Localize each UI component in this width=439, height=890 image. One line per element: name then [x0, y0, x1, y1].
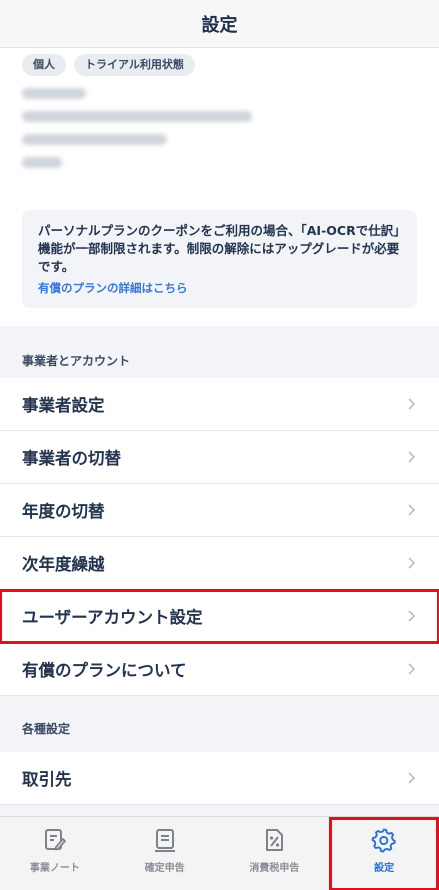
business-type-badge: 個人	[22, 54, 66, 76]
plan-details-link[interactable]: 有償のプランの詳細はこちら	[38, 280, 403, 296]
menu-item-label: 取引先	[22, 770, 72, 789]
plan-notice-text: パーソナルプランのクーポンをご利用の場合、「AI-OCRで仕訳」機能が一部制限さ…	[38, 223, 400, 274]
tab-settings[interactable]: 設定	[329, 817, 439, 890]
section-header-settings: 各種設定	[0, 696, 439, 752]
menu-item-switch-business[interactable]: 事業者の切替	[0, 431, 439, 484]
tab-label: 消費税申告	[249, 863, 300, 874]
tab-label: 設定	[374, 863, 395, 874]
menu-item-paid-plans[interactable]: 有償のプランについて	[0, 643, 439, 696]
tab-tax-return[interactable]: 確定申告	[110, 817, 220, 890]
menu-item-user-account-settings[interactable]: ユーザーアカウント設定	[0, 589, 439, 644]
menu-item-partners[interactable]: 取引先	[0, 752, 439, 805]
chevron-right-icon	[408, 772, 416, 784]
status-chips: 個人 トライアル利用状態	[22, 54, 417, 78]
tab-label: 事業ノート	[29, 863, 80, 874]
bottom-tab-bar: 事業ノート 確定申告 消費税申告 設定	[0, 816, 439, 890]
menu-item-label: 次年度繰越	[22, 555, 105, 574]
document-icon	[154, 829, 175, 852]
menu-item-business-settings[interactable]: 事業者設定	[0, 378, 439, 431]
chevron-right-icon	[408, 610, 416, 622]
settings-scroll[interactable]: 個人 トライアル利用状態 パーソナルプランのクーポンをご利用の場合、「AI-OC…	[0, 48, 439, 816]
chevron-right-icon	[408, 504, 416, 516]
chevron-right-icon	[408, 663, 416, 675]
menu-item-switch-year[interactable]: 年度の切替	[0, 484, 439, 537]
menu-item-label: ユーザーアカウント設定	[22, 608, 203, 627]
header-bar: 設定	[0, 0, 439, 48]
page-title: 設定	[201, 14, 238, 36]
menu-item-label: 事業者の切替	[22, 449, 121, 468]
chevron-right-icon	[408, 451, 416, 463]
tab-business-note[interactable]: 事業ノート	[0, 817, 110, 890]
tax-percent-icon	[266, 829, 284, 851]
tab-consumption-tax[interactable]: 消費税申告	[220, 817, 330, 890]
menu-item-label: 事業者設定	[22, 396, 105, 415]
tab-label: 確定申告	[144, 863, 185, 874]
account-info-card: 個人 トライアル利用状態 パーソナルプランのクーポンをご利用の場合、「AI-OC…	[0, 48, 439, 326]
chevron-right-icon	[408, 557, 416, 569]
menu-item-carry-forward[interactable]: 次年度繰越	[0, 537, 439, 590]
menu-item-label: 年度の切替	[22, 502, 105, 521]
trial-status-badge: トライアル利用状態	[74, 54, 195, 76]
menu-item-label: 有償のプランについて	[22, 661, 187, 680]
note-edit-icon	[44, 829, 66, 851]
gear-icon	[371, 828, 396, 853]
redacted-account-details	[22, 88, 417, 196]
section-header-account: 事業者とアカウント	[0, 326, 439, 378]
chevron-right-icon	[408, 398, 416, 410]
plan-notice: パーソナルプランのクーポンをご利用の場合、「AI-OCRで仕訳」機能が一部制限さ…	[22, 210, 417, 308]
